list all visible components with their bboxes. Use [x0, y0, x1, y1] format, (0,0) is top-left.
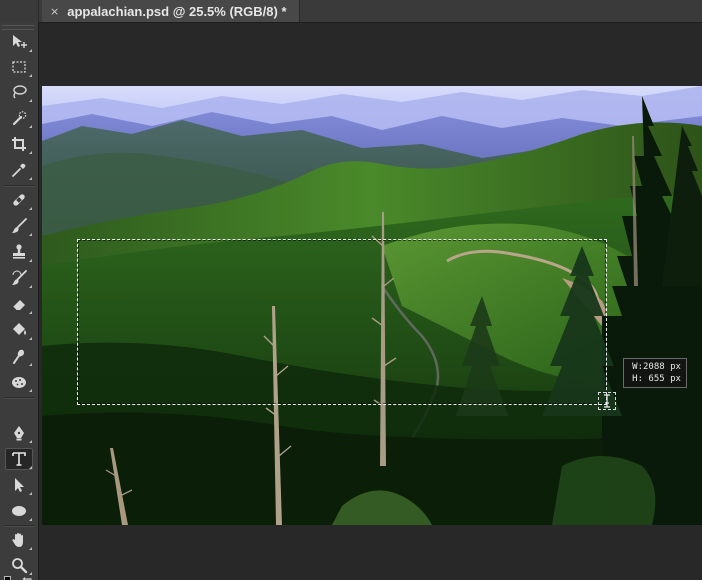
- quick-selection-icon: [12, 111, 27, 126]
- ellipse-tool[interactable]: [5, 500, 33, 522]
- paint-bucket-tool[interactable]: [5, 319, 33, 341]
- sponge-icon: [12, 377, 26, 388]
- type-tool[interactable]: [5, 448, 33, 470]
- brush-tool[interactable]: [5, 215, 33, 237]
- tool-separator: [4, 397, 34, 399]
- crop-icon: [12, 137, 26, 151]
- photoshop-window: × appalachian.psd @ 25.5% (RGB/8) * W: 2…: [0, 0, 702, 580]
- smudge-tool[interactable]: [5, 345, 33, 367]
- ellipse-icon: [12, 506, 26, 516]
- selection-size-readout: W: 2088 px H: 655 px: [623, 358, 687, 388]
- move-icon: [13, 35, 27, 48]
- height-label: H:: [632, 374, 643, 384]
- document-tab[interactable]: × appalachian.psd @ 25.5% (RGB/8) *: [42, 0, 300, 22]
- arrow-icon: [15, 478, 24, 492]
- width-label: W:: [632, 362, 643, 372]
- lasso-tool[interactable]: [5, 81, 33, 103]
- bandage-icon: [13, 194, 25, 206]
- clone-stamp-tool[interactable]: [5, 241, 33, 263]
- zoom-icon: [12, 558, 28, 574]
- eyedropper-tool[interactable]: [5, 159, 33, 181]
- tools-panel-header: [0, 0, 39, 22]
- marquee-icon: [12, 61, 26, 73]
- sponge-tool[interactable]: [5, 371, 33, 393]
- marquee-selection[interactable]: [77, 239, 607, 405]
- tools-panel: [0, 22, 39, 580]
- spot-healing-brush-tool[interactable]: [5, 189, 33, 211]
- eraser-tool[interactable]: [5, 293, 33, 315]
- hand-tool[interactable]: [5, 529, 33, 551]
- document-tab-title: appalachian.psd @ 25.5% (RGB/8) *: [67, 3, 287, 19]
- swap-colors-icon[interactable]: [22, 576, 34, 580]
- hand-icon: [12, 533, 23, 547]
- bucket-icon: [13, 323, 26, 335]
- brush-icon: [12, 218, 27, 233]
- i-beam-icon: [604, 394, 610, 408]
- eraser-icon: [12, 300, 25, 311]
- width-value: 2088 px: [643, 362, 681, 372]
- path-selection-tool[interactable]: [5, 474, 33, 496]
- tool-separator: [4, 185, 34, 187]
- document-tab-bar: × appalachian.psd @ 25.5% (RGB/8) *: [0, 0, 702, 23]
- panel-grip[interactable]: [2, 25, 34, 30]
- type-cursor: [598, 392, 616, 410]
- quick-selection-tool[interactable]: [5, 107, 33, 129]
- move-tool[interactable]: [5, 31, 33, 53]
- height-value: 655 px: [648, 374, 681, 384]
- stamp-icon: [13, 244, 25, 259]
- history-brush-tool[interactable]: [5, 267, 33, 289]
- pen-icon: [14, 426, 24, 441]
- rectangular-marquee-tool[interactable]: [5, 56, 33, 78]
- eyedropper-icon: [12, 163, 26, 177]
- type-icon: [12, 452, 26, 466]
- history-brush-icon: [12, 270, 27, 285]
- tool-separator: [4, 525, 34, 527]
- default-colors-icon[interactable]: [4, 576, 16, 580]
- crop-tool[interactable]: [5, 133, 33, 155]
- close-tab-icon[interactable]: ×: [50, 6, 59, 17]
- pen-tool[interactable]: [5, 422, 33, 444]
- smudge-icon: [13, 349, 24, 364]
- zoom-tool[interactable]: [5, 554, 33, 576]
- lasso-icon: [13, 85, 27, 99]
